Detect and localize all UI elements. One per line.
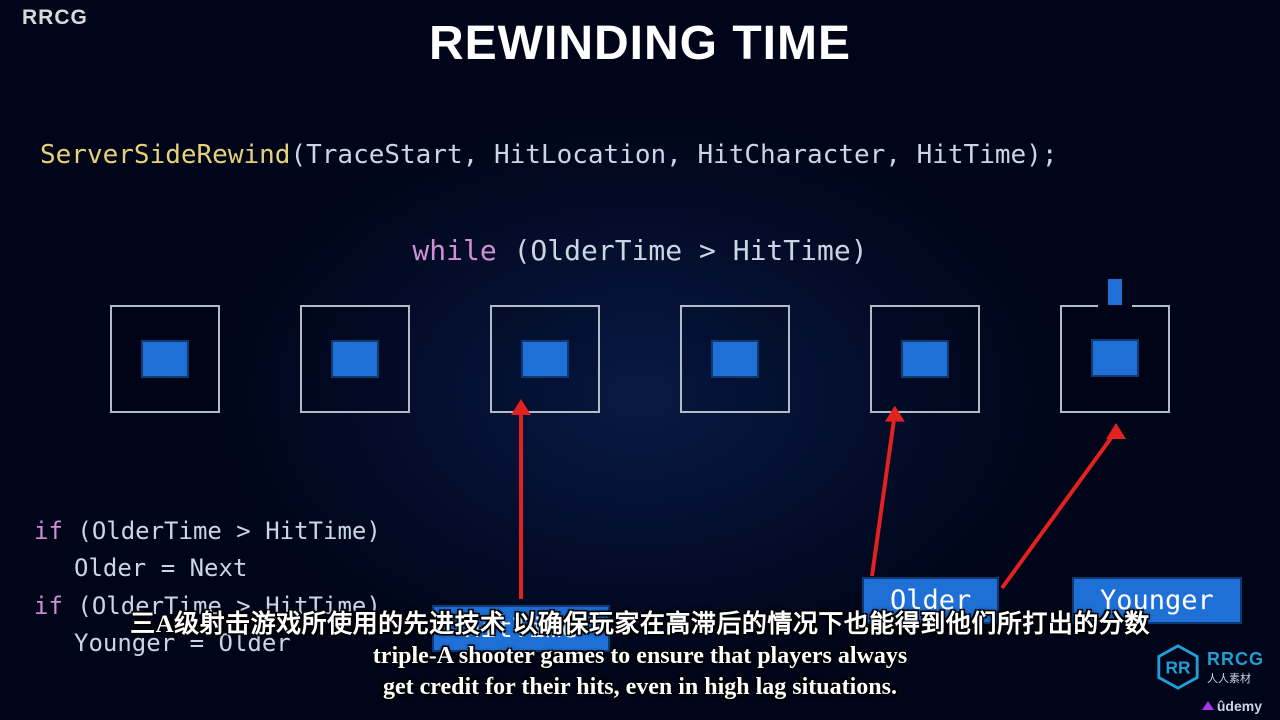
frame-handle [1108, 279, 1122, 305]
frame-inner [1091, 339, 1139, 377]
frame-inner [331, 340, 379, 378]
svg-text:RR: RR [1166, 658, 1191, 678]
logo-text: RRCG [1207, 649, 1264, 670]
frame-box-younger [1060, 305, 1170, 413]
arrow-older [870, 421, 896, 576]
frame-box [300, 305, 410, 413]
frame-inner [711, 340, 759, 378]
subtitle-en1: triple-A shooter games to ensure that pl… [0, 642, 1280, 671]
code-assign-older: Older = Next [34, 550, 381, 587]
platform-badge: ûdemy [1202, 698, 1262, 714]
frame-box [110, 305, 220, 413]
subtitle-en2: get credit for their hits, even in high … [0, 673, 1280, 702]
arrow-younger [1000, 436, 1113, 589]
hex-logo-icon: RR [1155, 644, 1201, 690]
frame-inner [901, 340, 949, 378]
frame-row [0, 305, 1280, 413]
code-line-while: while (OlderTime > HitTime) [0, 234, 1280, 267]
frame-box [680, 305, 790, 413]
while-cond: OlderTime > HitTime [530, 234, 850, 267]
logo-sub: 人人素材 [1207, 670, 1264, 686]
subtitle-overlay: 三A级射击游戏所使用的先进技术 以确保玩家在高滞后的情况下也能得到他们所打出的分… [0, 604, 1280, 702]
slide-title: REWINDING TIME [0, 16, 1280, 71]
frame-inner [521, 340, 569, 378]
frame-box [870, 305, 980, 413]
code-line-function-call: ServerSideRewind(TraceStart, HitLocation… [40, 140, 1260, 170]
while-keyword: while [412, 234, 496, 267]
func-name: ServerSideRewind [40, 140, 290, 170]
if-keyword: if [34, 517, 63, 545]
logo-bottomright: RR RRCG 人人素材 [1155, 644, 1264, 690]
frame-box [490, 305, 600, 413]
if-cond-1: OlderTime > HitTime [92, 517, 367, 545]
arrow-hittime [519, 415, 523, 599]
frame-inner [141, 340, 189, 378]
subtitle-cn: 三A级射击游戏所使用的先进技术 以确保玩家在高滞后的情况下也能得到他们所打出的分… [0, 604, 1280, 640]
func-args: TraceStart, HitLocation, HitCharacter, H… [306, 140, 1026, 170]
